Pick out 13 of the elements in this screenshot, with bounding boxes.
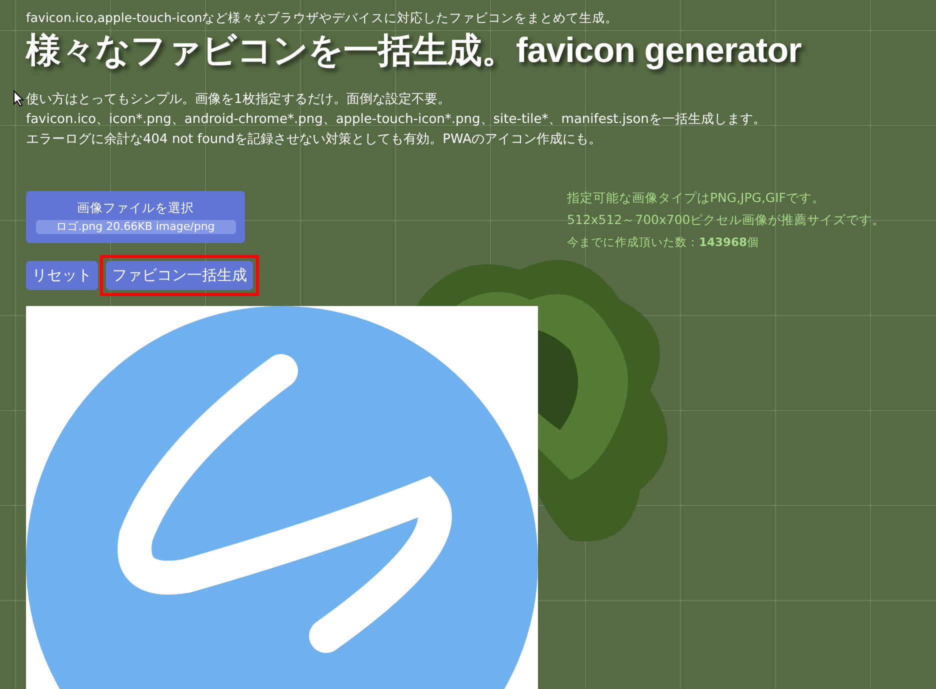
- note-text: 指定可能な画像タイプはPNG,JPG,GIFです。: [567, 189, 826, 207]
- generate-button[interactable]: ファビコン一括生成: [106, 261, 253, 290]
- tagline: favicon.ico,apple-touch-iconなど様々なブラウザやデバイスに対応したファビコンをまとめて生成。: [26, 10, 620, 27]
- note-text: 512x512～700x700ピクセル画像が推薦サイズです。: [567, 211, 886, 229]
- description-line: 使い方はとってもシンプル。画像を1枚指定するだけ。面倒な設定不要。: [26, 91, 452, 109]
- file-info: ロゴ.png 20.66KB image/png: [36, 220, 236, 234]
- description-line: エラーログに余計な404 not foundを記録させない対策としても有効。PWAのアイコン作成にも。: [26, 131, 603, 149]
- file-select-button[interactable]: 画像ファイルを選択 ロゴ.png 20.66KB image/png: [26, 191, 245, 243]
- page-title: 様々なファビコンを一括生成。favicon generator: [26, 30, 802, 72]
- counter-text: 今までに作成頂いた数：143968個: [567, 234, 760, 251]
- mouse-cursor-icon: [13, 90, 24, 107]
- description-line: favicon.ico、icon*.png、android-chrome*.png、apple-touch-icon*.png、site-tile*、manifest.jsonを一括生成します。: [26, 111, 767, 129]
- reset-button[interactable]: リセット: [26, 261, 98, 290]
